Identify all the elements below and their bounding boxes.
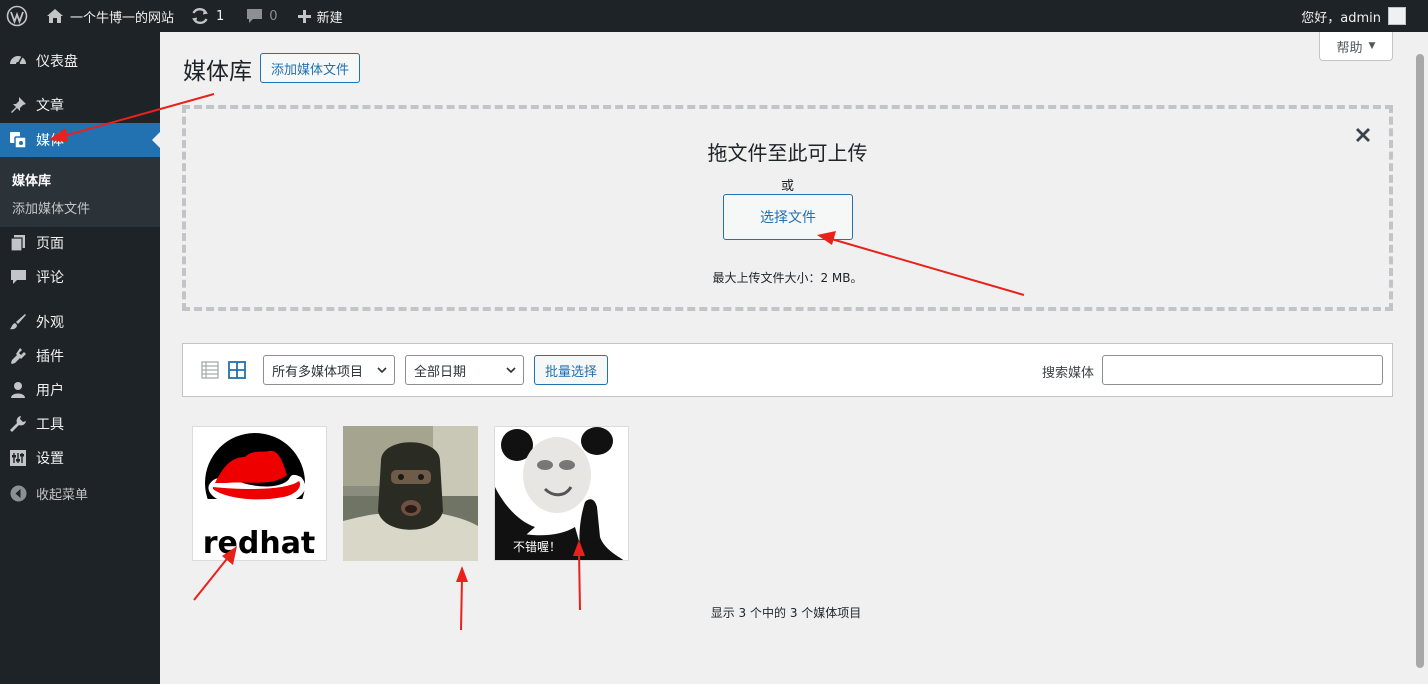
media-toolbar: 所有多媒体项目 全部日期 批量选择 搜索媒体 (182, 343, 1393, 397)
menu-label-collapse: 收起菜单 (36, 487, 89, 503)
menu-label-plugins: 插件 (36, 349, 64, 365)
submenu-media-library[interactable]: 媒体库 (12, 170, 51, 189)
wp-logo-button[interactable] (0, 0, 36, 32)
menu-label-pages: 页面 (36, 236, 64, 252)
caret-down-icon: ▼ (1368, 41, 1376, 51)
max-upload-size: 最大上传文件大小：2 MB。 (712, 271, 863, 285)
updates-link[interactable]: 1 (182, 0, 232, 32)
menu-item-posts[interactable]: 文章 (0, 88, 160, 122)
comments-link[interactable]: 0 (232, 0, 285, 32)
account-menu[interactable]: 您好，admin (1301, 7, 1428, 26)
brush-icon (10, 314, 26, 330)
upload-instructions: 拖文件至此可上传 (707, 141, 868, 165)
menu-item-settings[interactable]: 设置 (0, 441, 160, 475)
user-icon (11, 382, 25, 398)
admin-bar: 一个牛博一的网站 1 0 新建 您好，admin (0, 0, 1428, 32)
new-label: 新建 (316, 10, 343, 26)
menu-item-dashboard[interactable]: 仪表盘 (0, 44, 160, 78)
date-selected: 全部日期 (414, 364, 467, 380)
upload-or-text: 或 (780, 179, 794, 194)
media-item-soldier[interactable] (343, 426, 478, 561)
date-filter[interactable]: 全部日期 (405, 355, 524, 385)
redhat-logo-image: redhat (193, 433, 326, 561)
greeting: 您好，admin (1301, 10, 1381, 26)
media-icon (10, 132, 27, 149)
comment-icon (247, 9, 263, 23)
masked-soldier-image (343, 426, 478, 561)
help-tab-button[interactable]: 帮助 ▼ (1319, 32, 1393, 61)
admin-sidebar: 仪表盘 文章 媒体 媒体库 添加媒体文件 页面 评论 外观 插件 用户 工具 设… (0, 32, 160, 684)
select-files-button[interactable]: 选择文件 (723, 194, 853, 240)
home-icon (47, 9, 63, 23)
media-count-text: 显示 3 个中的 3 个媒体项目 (710, 606, 862, 620)
bulk-select-button[interactable]: 批量选择 (534, 355, 608, 385)
grid-view-icon[interactable] (228, 361, 246, 379)
media-item-panda[interactable]: 不错喔！ (494, 426, 629, 561)
menu-item-plugins[interactable]: 插件 (0, 339, 160, 373)
menu-item-tools[interactable]: 工具 (0, 407, 160, 441)
plug-icon (11, 348, 26, 364)
dashboard-icon (10, 56, 26, 66)
plus-icon (297, 9, 311, 23)
page-scrollbar[interactable] (1412, 32, 1428, 684)
media-submenu: 媒体库 添加媒体文件 (0, 157, 160, 227)
menu-label-appearance: 外观 (36, 315, 64, 331)
chevron-down-icon (377, 367, 387, 374)
menu-item-pages[interactable]: 页面 (0, 226, 160, 260)
menu-item-users[interactable]: 用户 (0, 373, 160, 407)
menu-label-posts: 文章 (36, 98, 64, 114)
collapse-menu-button[interactable]: 收起菜单 (0, 476, 160, 510)
collapse-icon (10, 485, 26, 501)
chevron-down-icon (506, 367, 516, 374)
search-label: 搜索媒体 (1042, 366, 1095, 381)
menu-label-tools: 工具 (36, 417, 64, 433)
menu-item-appearance[interactable]: 外观 (0, 305, 160, 339)
media-type-selected: 所有多媒体项目 (272, 364, 364, 380)
scrollbar-thumb[interactable] (1416, 54, 1424, 668)
menu-label-dashboard: 仪表盘 (36, 54, 78, 70)
wrench-icon (10, 416, 26, 432)
menu-item-comments[interactable]: 评论 (0, 260, 160, 294)
media-type-filter[interactable]: 所有多媒体项目 (263, 355, 395, 385)
menu-label-users: 用户 (36, 383, 64, 399)
upload-dropzone[interactable]: 拖文件至此可上传 或 选择文件 最大上传文件大小：2 MB。 (182, 105, 1393, 311)
comment-icon (10, 269, 26, 284)
search-media-input[interactable] (1102, 355, 1383, 385)
panda-meme-image: 不错喔！ (495, 427, 628, 560)
menu-item-media[interactable]: 媒体 (0, 123, 160, 157)
wordpress-logo-icon (6, 5, 28, 27)
submenu-add-media[interactable]: 添加媒体文件 (12, 198, 90, 217)
pin-icon (11, 97, 26, 113)
settings-icon (10, 450, 26, 466)
site-name: 一个牛博一的网站 (70, 10, 175, 26)
menu-label-media: 媒体 (36, 133, 64, 149)
menu-label-comments: 评论 (36, 270, 64, 286)
help-label: 帮助 (1336, 40, 1363, 56)
comments-count: 0 (269, 8, 278, 24)
redhat-wordmark: redhat (203, 526, 316, 561)
updates-count: 1 (216, 8, 225, 24)
site-name-link[interactable]: 一个牛博一的网站 (36, 0, 182, 32)
panda-caption: 不错喔！ (513, 540, 561, 554)
page-title: 媒体库 (183, 59, 252, 85)
pages-icon (10, 235, 25, 252)
main-content: 帮助 ▼ 媒体库 添加媒体文件 拖文件至此可上传 或 选择文件 最大上传文件大小… (160, 32, 1412, 684)
menu-label-settings: 设置 (36, 451, 64, 467)
add-media-button[interactable]: 添加媒体文件 (260, 53, 360, 83)
media-item-redhat[interactable]: redhat (192, 426, 327, 561)
avatar (1388, 7, 1406, 25)
new-content-link[interactable]: 新建 (286, 0, 351, 32)
updates-icon (192, 7, 209, 25)
list-view-icon[interactable] (201, 361, 219, 379)
